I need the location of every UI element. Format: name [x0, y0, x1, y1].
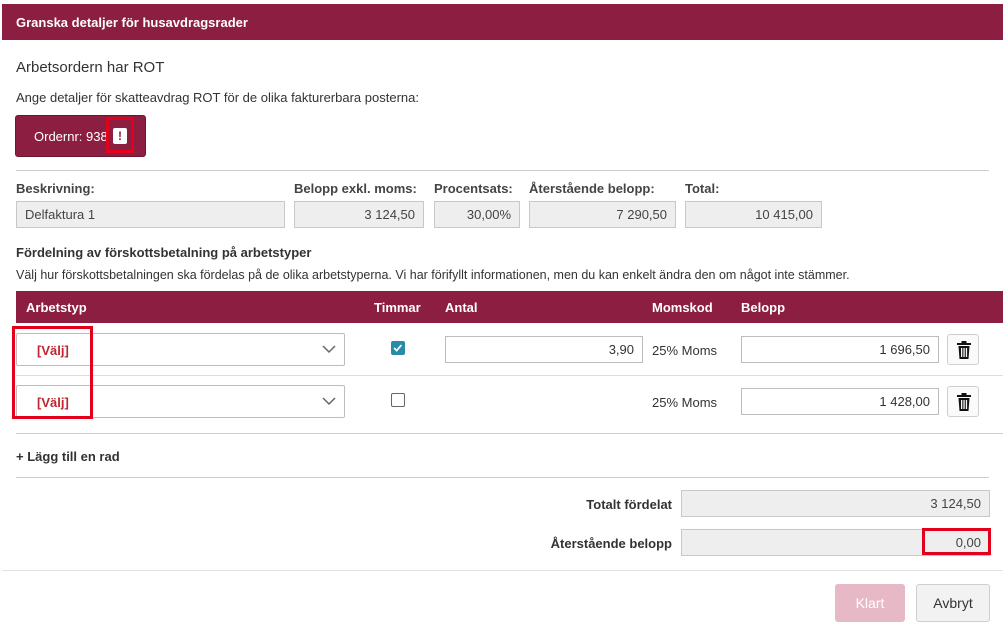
amount-input-row-1[interactable]: 1 696,50	[741, 336, 939, 363]
footer-divider	[2, 570, 1003, 571]
trash-icon	[957, 341, 971, 359]
work-type-select-row-1[interactable]: [Välj]	[16, 333, 345, 366]
delete-row-1-button[interactable]	[947, 334, 979, 365]
vat-code-row-1: 25% Moms	[652, 343, 718, 358]
row-divider	[16, 375, 1003, 376]
add-row-link[interactable]: + Lägg till en rad	[16, 449, 120, 464]
select-value: [Välj]	[37, 343, 69, 358]
remaining-label: Återstående belopp:	[529, 181, 655, 196]
distribution-title: Fördelning av förskottsbetalning på arbe…	[16, 245, 312, 260]
cancel-button[interactable]: Avbryt	[916, 584, 990, 622]
total-distributed-field: 3 124,50	[681, 490, 990, 517]
remaining-field: 7 290,50	[529, 201, 676, 228]
header-work-type: Arbetstyp	[26, 300, 87, 315]
total-field: 10 415,00	[685, 201, 822, 228]
chevron-down-icon	[322, 345, 336, 354]
quantity-input-row-1[interactable]: 3,90	[445, 336, 643, 363]
amount-field: 3 124,50	[294, 201, 424, 228]
chevron-down-icon	[322, 397, 336, 406]
remaining-amount-field: 0,00	[681, 529, 990, 556]
divider	[16, 477, 989, 478]
table-header: Arbetstyp Timmar Antal Momskod Belopp	[16, 291, 1003, 323]
work-type-select-row-2[interactable]: [Välj]	[16, 385, 345, 418]
hours-checkbox-row-1[interactable]	[391, 341, 405, 355]
amount-input-row-2[interactable]: 1 428,00	[741, 388, 939, 415]
hours-checkbox-row-2[interactable]	[391, 393, 405, 407]
header-hours: Timmar	[374, 300, 421, 315]
trash-icon	[957, 393, 971, 411]
header-quantity: Antal	[445, 300, 478, 315]
rot-heading: Arbetsordern har ROT	[16, 59, 165, 76]
select-value: [Välj]	[37, 395, 69, 410]
delete-row-2-button[interactable]	[947, 386, 979, 417]
order-tab-button[interactable]: Ordernr: 938 !	[15, 115, 146, 157]
header-amount: Belopp	[741, 300, 786, 315]
alert-icon: !	[113, 128, 127, 144]
description-field: Delfaktura 1	[16, 201, 285, 228]
distribution-description: Välj hur förskottsbetalningen ska fördel…	[16, 268, 850, 282]
divider	[16, 170, 989, 171]
check-icon	[393, 344, 403, 352]
done-button[interactable]: Klart	[835, 584, 905, 622]
total-distributed-label: Totalt fördelat	[586, 497, 672, 512]
dialog-title: Granska detaljer för husavdragsrader	[2, 4, 1003, 40]
amount-label: Belopp exkl. moms:	[294, 181, 417, 196]
order-label: Ordernr: 938	[34, 129, 108, 144]
percent-label: Procentsats:	[434, 181, 513, 196]
table-bottom-divider	[16, 433, 1003, 434]
remaining-amount-label: Återstående belopp	[550, 536, 672, 551]
total-label: Total:	[685, 181, 720, 196]
percent-field: 30,00%	[434, 201, 520, 228]
header-vat-code: Momskod	[652, 300, 713, 315]
vat-code-row-2: 25% Moms	[652, 395, 718, 410]
description-label: Beskrivning:	[16, 181, 95, 196]
rot-description: Ange detaljer för skatteavdrag ROT för d…	[16, 90, 419, 105]
